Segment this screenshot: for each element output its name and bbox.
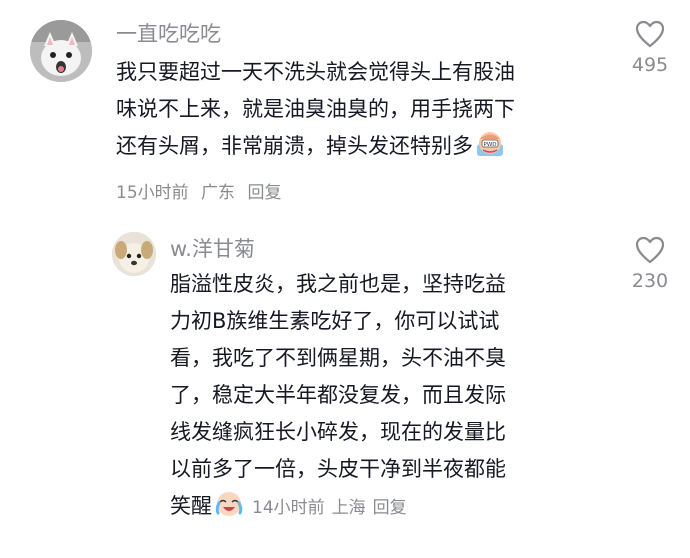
like-count: 230 — [631, 270, 669, 292]
cat-avatar-image — [30, 20, 92, 82]
avatar[interactable] — [30, 20, 92, 82]
comment-username[interactable]: w.洋甘菊 — [170, 233, 255, 263]
reply-button[interactable]: 回复 — [373, 498, 407, 518]
comment-time: 14小时前 — [252, 498, 325, 518]
comment-location: 广东 — [201, 183, 236, 203]
comment-meta: 14小时前 上海 回复 — [252, 498, 407, 518]
comment-line: 我只要超过一天不洗头就会觉得头上有股油 — [116, 60, 515, 84]
comment-line: 力初B族维生素吃好了，你可以试试 — [170, 309, 500, 333]
comment-body: 我只要超过一天不洗头就会觉得头上有股油 味说不上来，就是油臭油臭的，用手挠两下 … — [116, 54, 601, 165]
reply-button[interactable]: 回复 — [247, 183, 281, 203]
comment-username[interactable]: 一直吃吃吃 — [116, 18, 221, 48]
like-button[interactable]: 230 — [620, 236, 680, 292]
comment-line: 看，我吃了不到俩星期，头不油不臭 — [170, 346, 506, 370]
comment-line: 味说不上来，就是油臭油臭的，用手挠两下 — [116, 97, 515, 121]
comment-line: 线发缝疯狂长小碎发，现在的发量比 — [170, 420, 506, 444]
comment-meta: 15小时前 广东 回复 — [116, 178, 281, 203]
heart-outline-icon — [635, 236, 665, 264]
crying-emoji-icon: PWD — [477, 132, 503, 156]
comment-location: 上海 — [331, 498, 366, 518]
comment-line: 了，稳定大半年都没复发，而且发际 — [170, 383, 506, 407]
svg-text:PWD: PWD — [484, 142, 497, 148]
comment-line: 还有头屑，非常崩溃，掉头发还特别多 — [116, 134, 473, 158]
comment-line: 以前多了一倍，头皮干净到半夜都能 — [170, 457, 506, 481]
like-button[interactable]: 495 — [620, 20, 680, 76]
comment-line: 笑醒 — [170, 494, 212, 518]
comment-line: 脂溢性皮炎，我之前也是，坚持吃益 — [170, 272, 506, 296]
like-count: 495 — [631, 54, 669, 76]
avatar[interactable] — [112, 232, 156, 276]
comment-body: 脂溢性皮炎，我之前也是，坚持吃益 力初B族维生素吃好了，你可以试试 看，我吃了不… — [170, 266, 600, 527]
laugh-cry-emoji-icon — [215, 492, 243, 516]
comment-time: 15小时前 — [116, 183, 189, 203]
dog-avatar-image — [112, 232, 156, 276]
heart-outline-icon — [635, 20, 665, 48]
